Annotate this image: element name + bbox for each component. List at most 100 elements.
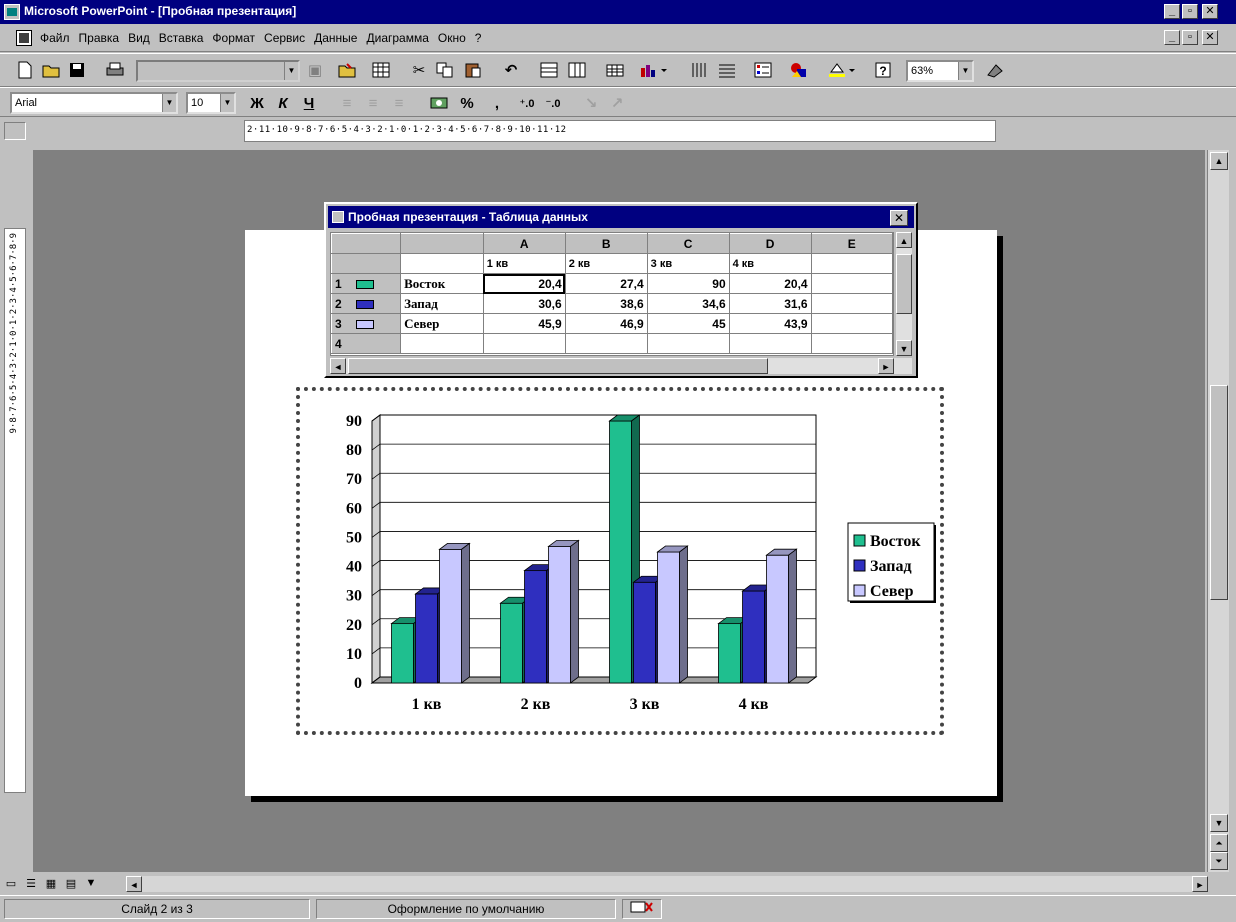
- by-column-icon[interactable]: [566, 59, 588, 81]
- empty-cell[interactable]: [810, 253, 893, 274]
- column-header-e[interactable]: E: [810, 233, 893, 254]
- data-cell[interactable]: 34,6: [646, 293, 730, 314]
- doc-restore-button[interactable]: ▫: [1182, 30, 1198, 45]
- empty-cell[interactable]: [810, 313, 893, 334]
- data-cell[interactable]: 90: [646, 273, 730, 294]
- menu-insert[interactable]: Вставка: [159, 31, 204, 45]
- print-icon[interactable]: [104, 59, 126, 81]
- row-header[interactable]: 3: [331, 313, 402, 334]
- legend-icon[interactable]: [752, 59, 774, 81]
- column-header-a[interactable]: A: [482, 233, 566, 254]
- datasheet-title-bar[interactable]: Пробная презентация - Таблица данных ✕: [328, 206, 914, 228]
- menu-data[interactable]: Данные: [314, 31, 357, 45]
- percent-style-button[interactable]: %: [456, 92, 478, 114]
- cut-icon[interactable]: ✂: [408, 59, 430, 81]
- underline-button[interactable]: Ч: [298, 92, 320, 114]
- scroll-thumb[interactable]: [896, 254, 912, 314]
- customize-toolbar-icon[interactable]: [984, 59, 1006, 81]
- chevron-down-icon[interactable]: ▼: [958, 62, 972, 80]
- scroll-up-icon[interactable]: ▲: [896, 232, 912, 248]
- empty-cell[interactable]: [400, 333, 484, 354]
- data-table-icon[interactable]: [604, 59, 626, 81]
- currency-style-icon[interactable]: [428, 92, 450, 114]
- scroll-thumb[interactable]: [1210, 385, 1228, 600]
- chart-type-icon[interactable]: [636, 59, 672, 81]
- corner-cell[interactable]: [331, 233, 402, 254]
- empty-cell[interactable]: [482, 333, 566, 354]
- font-size-select[interactable]: 10 ▼: [186, 92, 236, 114]
- category-axis-gridlines-icon[interactable]: [688, 59, 710, 81]
- by-row-icon[interactable]: [538, 59, 560, 81]
- data-cell-selected[interactable]: 20,4: [482, 273, 566, 294]
- scroll-left-icon[interactable]: ◄: [330, 358, 346, 374]
- next-slide-icon[interactable]: ⏷: [1210, 852, 1228, 870]
- data-cell[interactable]: 31,6: [728, 293, 812, 314]
- increase-decimal-icon[interactable]: ⁺.0: [516, 92, 538, 114]
- data-cell[interactable]: 20,4: [728, 273, 812, 294]
- copy-icon[interactable]: [434, 59, 456, 81]
- menu-tools[interactable]: Сервис: [264, 31, 305, 45]
- close-button[interactable]: ✕: [1202, 4, 1218, 19]
- scroll-down-icon[interactable]: ▼: [1210, 814, 1228, 832]
- data-cell[interactable]: 30,6: [482, 293, 566, 314]
- horizontal-scrollbar[interactable]: ◄ ►: [126, 876, 1208, 892]
- category-cell[interactable]: 2 кв: [564, 253, 648, 274]
- data-cell[interactable]: 38,6: [564, 293, 648, 314]
- menu-help[interactable]: ?: [475, 31, 482, 45]
- save-icon[interactable]: [66, 59, 88, 81]
- data-cell[interactable]: 45,9: [482, 313, 566, 334]
- column-header-c[interactable]: C: [646, 233, 730, 254]
- scroll-right-icon[interactable]: ►: [1192, 876, 1208, 892]
- chart-object[interactable]: 0 10 20 30 40 50 60 70 80 90 1 кв 2 кв 3 кв 4 кв Восто…: [296, 387, 944, 735]
- minimize-button[interactable]: _: [1164, 4, 1180, 19]
- design-indicator[interactable]: Оформление по умолчанию: [316, 899, 616, 919]
- category-corner-cell[interactable]: [400, 253, 484, 274]
- spelling-status-icon[interactable]: [622, 899, 662, 919]
- slide-sorter-view-icon[interactable]: ▦: [42, 874, 60, 892]
- row-header[interactable]: 4: [331, 333, 402, 354]
- zoom-select[interactable]: 63% ▼: [906, 60, 974, 82]
- chevron-down-icon[interactable]: ▼: [162, 94, 176, 112]
- series-label-cell[interactable]: Восток: [400, 273, 484, 294]
- category-cell[interactable]: 3 кв: [646, 253, 730, 274]
- empty-cell[interactable]: [564, 333, 648, 354]
- datasheet-close-button[interactable]: ✕: [890, 210, 908, 226]
- help-icon[interactable]: ?: [872, 59, 894, 81]
- slide-view-icon[interactable]: ▭: [2, 874, 20, 892]
- datasheet-vertical-scrollbar[interactable]: ▲ ▼: [896, 232, 912, 356]
- doc-close-button[interactable]: ✕: [1202, 30, 1218, 45]
- menu-window[interactable]: Окно: [438, 31, 466, 45]
- comma-style-button[interactable]: ,: [486, 92, 508, 114]
- data-cell[interactable]: 27,4: [564, 273, 648, 294]
- open-folder-icon[interactable]: [40, 59, 62, 81]
- data-cell[interactable]: 46,9: [564, 313, 648, 334]
- series-label-cell[interactable]: Запад: [400, 293, 484, 314]
- powerpoint-app-icon[interactable]: [4, 4, 20, 20]
- new-document-icon[interactable]: [14, 59, 36, 81]
- vertical-scrollbar[interactable]: ▲ ▼ ⏶ ⏷: [1207, 150, 1229, 872]
- datasheet-horizontal-scrollbar[interactable]: ◄ ►: [330, 358, 912, 374]
- menu-edit[interactable]: Правка: [79, 31, 120, 45]
- slide-show-icon[interactable]: ▼: [82, 874, 100, 892]
- notes-page-view-icon[interactable]: ▤: [62, 874, 80, 892]
- series-label-cell[interactable]: Север: [400, 313, 484, 334]
- column-header-b[interactable]: B: [564, 233, 648, 254]
- category-cell[interactable]: 4 кв: [728, 253, 812, 274]
- row-header[interactable]: 2: [331, 293, 402, 314]
- column-header-d[interactable]: D: [728, 233, 812, 254]
- row-header[interactable]: 1: [331, 273, 402, 294]
- scroll-thumb[interactable]: [348, 358, 768, 374]
- import-file-icon[interactable]: [336, 59, 358, 81]
- chevron-down-icon[interactable]: ▼: [220, 94, 234, 112]
- view-datasheet-icon[interactable]: [370, 59, 392, 81]
- row-header-blank[interactable]: [331, 253, 402, 274]
- document-icon[interactable]: [16, 30, 32, 46]
- undo-icon[interactable]: ↶: [500, 59, 522, 81]
- empty-cell[interactable]: [810, 273, 893, 294]
- data-cell[interactable]: 45: [646, 313, 730, 334]
- empty-cell[interactable]: [810, 333, 893, 354]
- empty-cell[interactable]: [810, 293, 893, 314]
- scroll-left-icon[interactable]: ◄: [126, 876, 142, 892]
- data-cell[interactable]: 43,9: [728, 313, 812, 334]
- doc-minimize-button[interactable]: _: [1164, 30, 1180, 45]
